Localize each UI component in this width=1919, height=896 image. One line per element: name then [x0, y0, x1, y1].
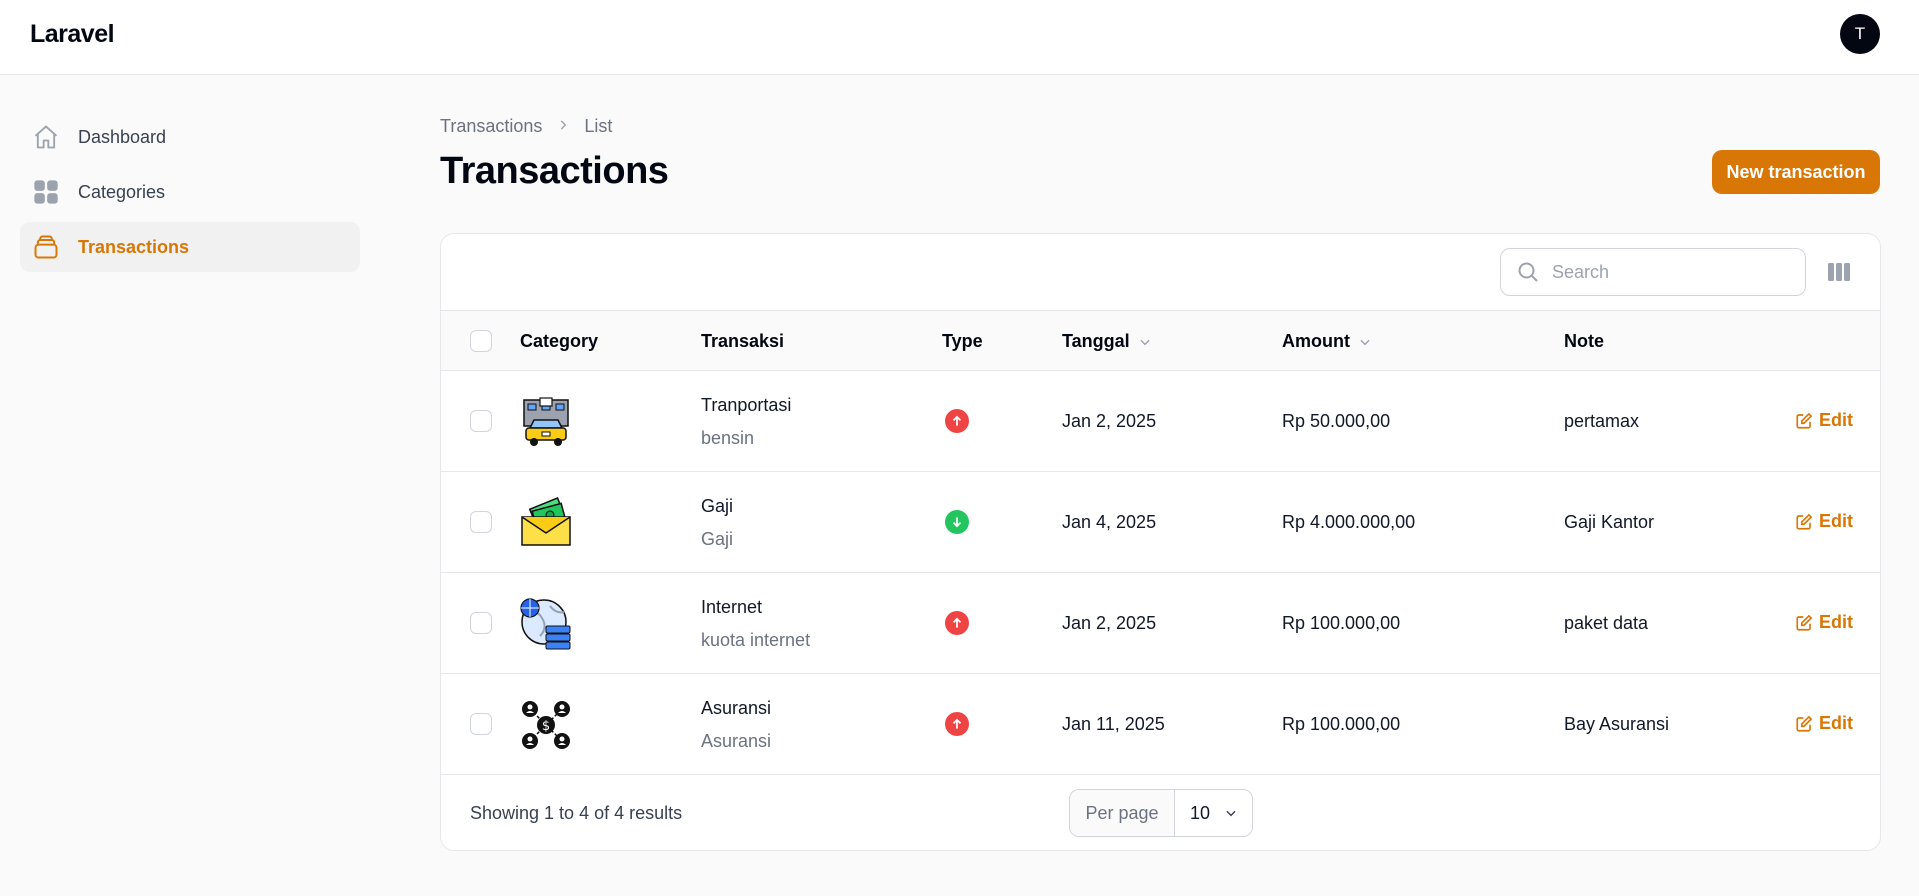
transaction-title: Gaji — [701, 496, 734, 516]
sidebar-item-dashboard[interactable]: Dashboard — [20, 112, 360, 162]
grid-icon — [32, 178, 60, 206]
transaction-title: Tranportasi — [701, 395, 792, 415]
stack-icon — [32, 233, 60, 261]
transaction-date: Jan 2, 2025 — [1062, 613, 1157, 633]
column-header-type: Type — [942, 331, 983, 351]
column-header-note: Note — [1564, 331, 1604, 351]
top-bar: Laravel T — [0, 0, 1919, 75]
transaction-subtitle: bensin — [701, 428, 755, 448]
chevron-down-icon — [1226, 810, 1236, 817]
arrow-down-icon — [945, 510, 969, 534]
edit-button[interactable]: Edit — [1795, 410, 1853, 431]
row-checkbox[interactable] — [470, 612, 492, 634]
new-transaction-button[interactable]: New transaction — [1712, 150, 1880, 194]
globe-server-icon — [520, 598, 572, 650]
table-row[interactable]: Gaji Gaji Jan 4, 2025 Rp 4.000.000,00 Ga… — [441, 472, 1880, 573]
transaction-amount: Rp 50.000,00 — [1282, 411, 1391, 431]
sidebar-item-label: Transactions — [78, 236, 190, 257]
edit-button[interactable]: Edit — [1795, 612, 1853, 633]
sidebar-item-transactions[interactable]: Transactions — [20, 222, 360, 272]
transaction-amount: Rp 100.000,00 — [1282, 714, 1401, 734]
arrow-up-icon — [945, 611, 969, 635]
chevron-down-icon — [1360, 339, 1370, 345]
column-header-label: Amount — [1282, 331, 1350, 351]
arrow-up-icon — [945, 712, 969, 736]
edit-label: Edit — [1819, 612, 1853, 632]
edit-label: Edit — [1819, 511, 1853, 531]
table-row[interactable]: Internet kuota internet Jan 2, 2025 Rp 1… — [441, 573, 1880, 674]
breadcrumb: Transactions List — [440, 116, 612, 137]
column-toggle-icon[interactable] — [1827, 261, 1851, 283]
breadcrumb-link-transactions[interactable]: Transactions — [440, 116, 542, 137]
row-checkbox[interactable] — [470, 410, 492, 432]
transactions-table-card: Category Transaksi Type Tanggal Amount N… — [440, 233, 1881, 851]
table-row[interactable]: Tranportasi bensin Jan 2, 2025 Rp 50.000… — [441, 371, 1880, 472]
edit-button[interactable]: Edit — [1795, 713, 1853, 734]
column-header-transaksi: Transaksi — [701, 331, 785, 351]
edit-icon — [1796, 715, 1813, 732]
search-icon — [1516, 260, 1540, 284]
arrow-up-icon — [945, 409, 969, 433]
transaction-note: pertamax — [1564, 411, 1640, 431]
transaction-subtitle: Gaji — [701, 529, 734, 549]
column-header-tanggal[interactable]: Tanggal — [1062, 331, 1152, 352]
transaction-amount: Rp 4.000.000,00 — [1282, 512, 1416, 532]
table-header: Category Transaksi Type Tanggal Amount N… — [441, 310, 1880, 371]
per-page-select[interactable]: Per page 10 — [1069, 789, 1253, 837]
chevron-down-icon — [1140, 339, 1150, 345]
svg-text:$: $ — [542, 719, 550, 734]
transaction-title: Internet — [701, 597, 763, 617]
transaction-note: Gaji Kantor — [1564, 512, 1655, 532]
sidebar: Dashboard Categories Transactions — [20, 112, 360, 277]
transaction-note: Bay Asuransi — [1564, 714, 1670, 734]
transaction-date: Jan 11, 2025 — [1062, 714, 1165, 734]
select-all-checkbox[interactable] — [470, 330, 492, 352]
column-header-label: Tanggal — [1062, 331, 1130, 351]
transaction-subtitle: kuota internet — [701, 630, 811, 650]
sidebar-item-categories[interactable]: Categories — [20, 167, 360, 217]
sidebar-item-label: Dashboard — [78, 126, 167, 147]
edit-label: Edit — [1819, 410, 1853, 430]
car-icon — [520, 396, 572, 448]
edit-icon — [1796, 614, 1813, 631]
user-avatar[interactable]: T — [1840, 14, 1880, 54]
money-envelope-icon — [520, 497, 572, 549]
transaction-subtitle: Asuransi — [701, 731, 772, 751]
column-header-amount[interactable]: Amount — [1282, 331, 1372, 352]
pagination-summary: Showing 1 to 4 of 4 results — [470, 803, 683, 823]
breadcrumb-current: List — [584, 116, 613, 136]
edit-label: Edit — [1819, 713, 1853, 733]
transaction-title: Asuransi — [701, 698, 772, 718]
edit-icon — [1796, 513, 1813, 530]
table-row[interactable]: $ Asuransi Asuransi Jan 11, 2025 Rp 100.… — [441, 674, 1880, 775]
per-page-value: 10 — [1190, 802, 1211, 823]
row-checkbox[interactable] — [470, 713, 492, 735]
transaction-date: Jan 4, 2025 — [1062, 512, 1157, 532]
search-box[interactable] — [1500, 248, 1806, 296]
brand-logo[interactable]: Laravel — [30, 20, 115, 49]
sidebar-item-label: Categories — [78, 181, 166, 202]
column-header-category: Category — [520, 331, 599, 351]
transaction-amount: Rp 100.000,00 — [1282, 613, 1401, 633]
search-input[interactable] — [1552, 261, 1782, 283]
edit-icon — [1796, 412, 1813, 429]
page-title: Transactions — [440, 150, 669, 192]
insurance-network-icon: $ — [520, 699, 572, 751]
transaction-date: Jan 2, 2025 — [1062, 411, 1157, 431]
home-icon — [32, 123, 60, 151]
per-page-label: Per page — [1070, 790, 1175, 836]
chevron-right-icon — [556, 116, 570, 137]
transaction-note: paket data — [1564, 613, 1649, 633]
row-checkbox[interactable] — [470, 511, 492, 533]
per-page-dropdown[interactable]: 10 — [1175, 790, 1252, 836]
edit-button[interactable]: Edit — [1795, 511, 1853, 532]
